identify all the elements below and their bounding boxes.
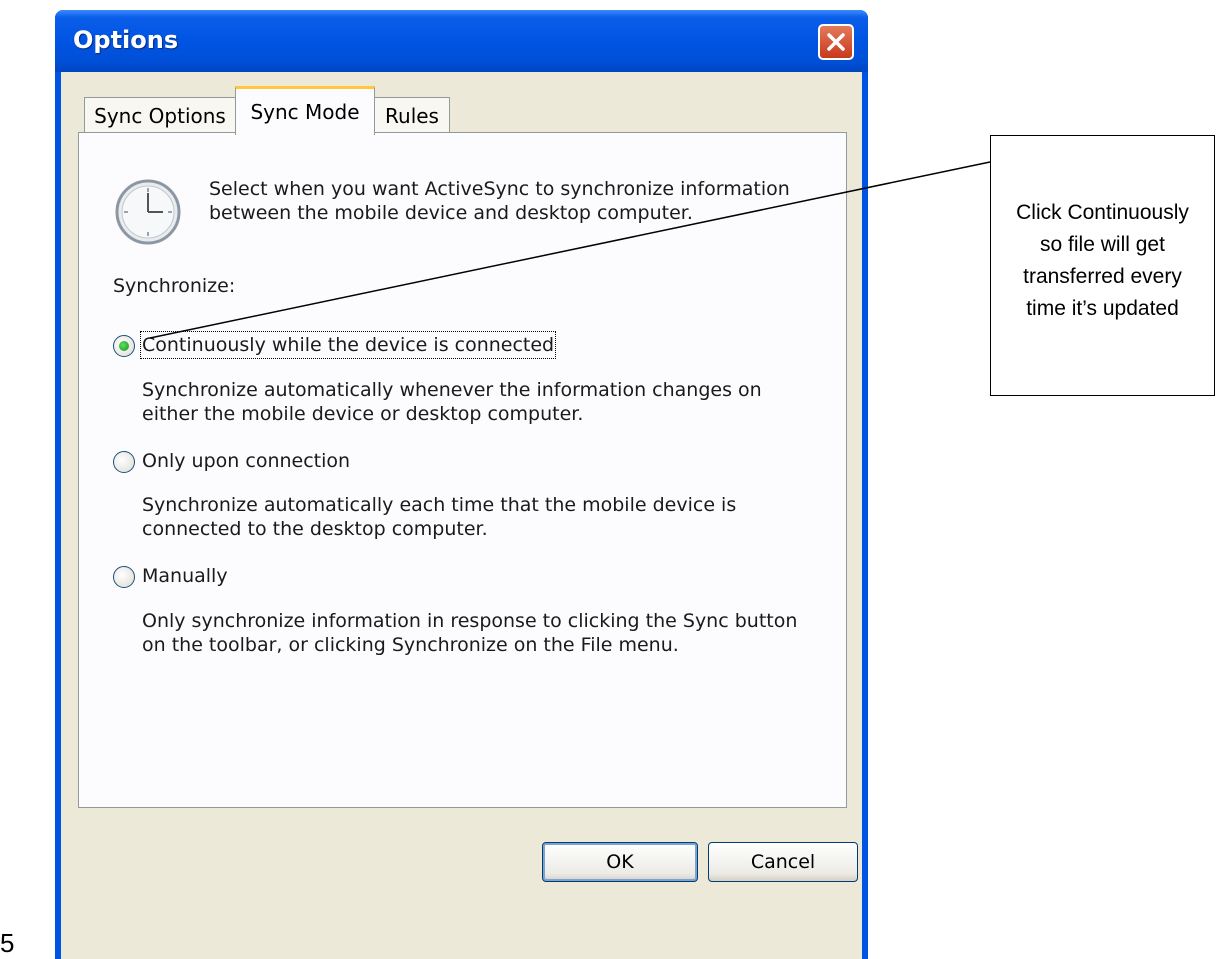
option-upon-connection-label[interactable]: Only upon connection <box>142 449 350 473</box>
title-bar[interactable]: Options <box>55 10 868 72</box>
sync-mode-panel: Select when you want ActiveSync to synch… <box>78 132 847 808</box>
option-manually-line-1: Only synchronize information in response… <box>142 610 798 632</box>
window-title: Options <box>73 26 179 54</box>
callout-box: Click Continuously so file will get tran… <box>990 135 1215 396</box>
radio-manually[interactable] <box>113 566 135 588</box>
ok-button[interactable]: OK <box>542 842 698 882</box>
synchronize-label: Synchronize: <box>113 275 236 297</box>
description-line-1: Select when you want ActiveSync to synch… <box>209 178 790 200</box>
dialog-body: Sync Options Sync Mode Rules Select when… <box>61 72 862 959</box>
option-continuously-line-1: Synchronize automatically whenever the i… <box>142 379 762 401</box>
option-continuously-label[interactable]: Continuously while the device is connect… <box>139 331 557 359</box>
clock-icon <box>115 179 181 245</box>
option-manually-description: Only synchronize information in response… <box>142 609 797 657</box>
options-dialog: Options Sync Options Sync Mode Rules Sel… <box>55 10 868 959</box>
tab-sync-mode[interactable]: Sync Mode <box>235 86 375 135</box>
tab-rules[interactable]: Rules <box>374 97 450 133</box>
radio-only-upon-connection[interactable] <box>113 451 135 473</box>
description: Select when you want ActiveSync to synch… <box>209 177 790 225</box>
close-button[interactable] <box>818 24 854 60</box>
option-upon-connection-line-1: Synchronize automatically each time that… <box>142 494 737 516</box>
option-upon-connection-description: Synchronize automatically each time that… <box>142 493 736 541</box>
option-continuously-description: Synchronize automatically whenever the i… <box>142 378 762 426</box>
page-number: 5 <box>0 928 15 958</box>
close-icon <box>827 33 845 51</box>
callout-text: Click Continuously so file will get tran… <box>1016 200 1189 320</box>
cancel-button[interactable]: Cancel <box>708 842 858 882</box>
option-manually-line-2: on the toolbar, or clicking Synchronize … <box>142 634 679 656</box>
tab-sync-options[interactable]: Sync Options <box>84 97 236 133</box>
description-line-2: between the mobile device and desktop co… <box>209 202 693 224</box>
radio-continuously[interactable] <box>113 335 135 357</box>
option-continuously-line-2: either the mobile device or desktop comp… <box>142 403 584 425</box>
option-manually-label[interactable]: Manually <box>142 564 228 588</box>
option-upon-connection-line-2: connected to the desktop computer. <box>142 518 488 540</box>
